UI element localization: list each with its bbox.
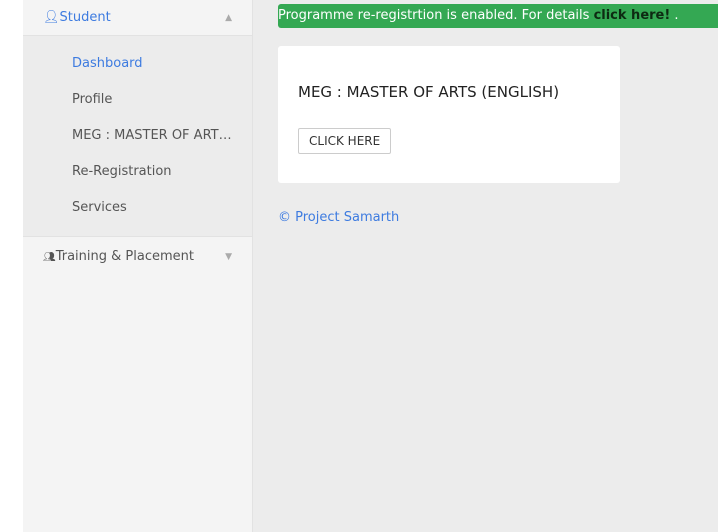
left-margin <box>0 0 23 532</box>
user-icon: 👤︎ <box>43 10 60 25</box>
sidebar-item-programme[interactable]: MEG : MASTER OF ARTS (ENGLISH) <box>23 118 252 154</box>
sidebar-item-services[interactable]: Services <box>23 190 252 226</box>
programme-card: MEG : MASTER OF ARTS (ENGLISH) CLICK HER… <box>278 46 620 183</box>
caret-down-icon: ▼ <box>225 251 232 262</box>
banner-text: Programme re-registrtion is enabled. For… <box>278 8 594 23</box>
student-submenu: Dashboard Profile MEG : MASTER OF ARTS (… <box>23 36 252 236</box>
caret-up-icon: ▲ <box>225 12 232 23</box>
banner-suffix: . <box>670 8 679 23</box>
banner-link[interactable]: click here! <box>594 8 671 23</box>
sidebar-section-training[interactable]: 👥︎Training & Placement ▼ <box>23 236 252 276</box>
sidebar-item-dashboard[interactable]: Dashboard <box>23 46 252 82</box>
users-icon: 👥︎ <box>43 252 56 263</box>
sidebar-item-re-registration[interactable]: Re-Registration <box>23 154 252 190</box>
section-label: Student <box>59 10 111 25</box>
sidebar: 👤︎Student ▲ Dashboard Profile MEG : MAST… <box>23 0 253 532</box>
re-registration-banner: Programme re-registrtion is enabled. For… <box>278 4 718 28</box>
programme-title: MEG : MASTER OF ARTS (ENGLISH) <box>298 83 560 101</box>
footer-link[interactable]: © Project Samarth <box>278 210 399 225</box>
click-here-button[interactable]: CLICK HERE <box>298 128 392 154</box>
sidebar-item-profile[interactable]: Profile <box>23 82 252 118</box>
section-label: Training & Placement <box>55 249 194 264</box>
sidebar-section-student[interactable]: 👤︎Student ▲ <box>23 0 252 36</box>
